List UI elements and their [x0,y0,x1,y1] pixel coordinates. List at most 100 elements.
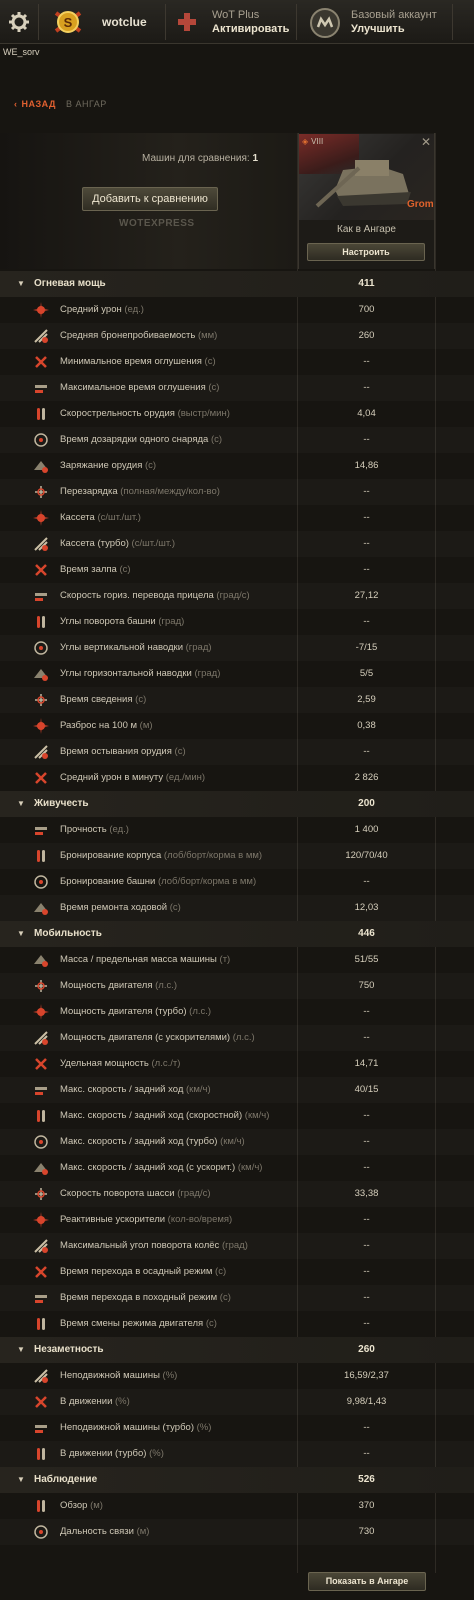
stat-value: -- [363,1422,370,1433]
rank-badge-icon[interactable]: S [52,7,84,37]
wot-logo-icon[interactable] [309,7,341,39]
stat-row: Время перехода в осадный режим (с) -- [0,1259,474,1285]
stat-row: Время остывания орудия (с) -- [0,739,474,765]
stat-value: -- [363,486,370,497]
collapse-triangle-icon[interactable]: ▼ [17,1345,25,1354]
account-upgrade-link[interactable]: Улучшить [351,23,405,35]
stat-row: Кассета (с/шт./шт.) -- [0,505,474,531]
stat-unit: (л.с./т) [148,1058,181,1069]
section-name: Наблюдение [34,1474,98,1485]
stat-value: 370 [358,1500,375,1511]
stat-value: -- [363,356,370,367]
stat-row: Неподвижной машины (турбо) (%) -- [0,1415,474,1441]
stat-label: Неподвижной машины (турбо) (%) [60,1422,212,1433]
stat-value: -- [363,1448,370,1459]
camo-stationary-icon [34,1369,48,1383]
stat-value: 1 400 [354,824,379,835]
gun-cooldown-icon [34,745,48,759]
chevron-left-icon: ‹ [14,99,18,109]
configure-button[interactable]: Настроить [307,243,425,261]
stat-unit: (кол-во/время) [165,1214,233,1225]
stat-label: Время ремонта ходовой (с) [60,902,181,913]
collapse-triangle-icon[interactable]: ▼ [17,929,25,938]
stat-label: Время смены режима двигателя (с) [60,1318,217,1329]
stat-row: Время сведения (с) 2,59 [0,687,474,713]
compare-count: Машин для сравнения: 1 [142,153,258,164]
speed-boost-icon [34,1163,48,1175]
stat-unit: (лоб/борт/корма в мм) [155,876,257,887]
wot-plus-icon[interactable] [177,12,197,32]
stat-row: Масса / предельная масса машины (т) 51/55 [0,947,474,973]
camo-stationary-turbo-icon [35,1425,47,1433]
stat-value: -- [363,1240,370,1251]
speed-turbo-icon [34,1135,48,1149]
stat-row: Скорость поворота шасси (град/с) 33,38 [0,1181,474,1207]
stat-unit: (град) [191,668,221,679]
close-icon[interactable]: ✕ [419,135,433,149]
vehicle-name: Grom [407,199,434,210]
dispersion-icon [33,718,49,734]
stat-unit: (с) [142,460,157,471]
stat-unit: (м) [87,1500,103,1511]
back-button[interactable]: ‹ НАЗАД [14,99,56,109]
vehicle-tier: ◈ VIII [302,137,324,146]
hull-traverse-icon [35,1188,47,1200]
stat-row: Неподвижной машины (%) 16,59/2,37 [0,1363,474,1389]
section-value: 200 [358,798,375,809]
stat-row: Разброс на 100 м (м) 0,38 [0,713,474,739]
collapse-triangle-icon[interactable]: ▼ [17,279,25,288]
stat-value: -- [363,746,370,757]
stat-label: В движении (%) [60,1396,130,1407]
stat-unit: (с) [217,1292,231,1303]
wheel-angle-icon [34,1239,48,1253]
section-header[interactable]: ▼ Незаметность 260 [0,1337,474,1363]
stat-label: Средняя бронепробиваемость (мм) [60,330,218,341]
engine-mode-icon [37,1318,45,1330]
wot-plus-activate-link[interactable]: Активировать [212,23,289,35]
damage-icon [33,302,49,318]
section-header[interactable]: ▼ Наблюдение 526 [0,1467,474,1493]
stat-value: 120/70/40 [345,850,388,861]
gear-icon[interactable] [8,11,30,33]
stat-unit: (град) [183,642,212,653]
stat-row: Бронирование корпуса (лоб/борт/корма в м… [0,843,474,869]
stat-value: 750 [358,980,375,991]
stat-label: Время остывания орудия (с) [60,746,186,757]
stat-value: -- [363,1136,370,1147]
show-in-hangar-button[interactable]: Показать в Ангаре [308,1572,426,1591]
shell-reload-icon [34,433,48,447]
stat-label: Бронирование корпуса (лоб/борт/корма в м… [60,850,263,861]
stat-unit: (ед.) [121,304,144,315]
add-to-compare-button[interactable]: Добавить к сравнению [82,187,218,211]
stat-label: Обзор (м) [60,1500,103,1511]
section-name: Мобильность [34,928,102,939]
stat-label: Углы вертикальной наводки (град) [60,642,212,653]
section-value: 526 [358,1474,375,1485]
stat-unit: (%) [159,1370,178,1381]
stat-row: Макс. скорость / задний ход (с ускорит.)… [0,1155,474,1181]
stat-label: Время сведения (с) [60,694,147,705]
stat-unit: (%) [146,1448,164,1459]
stat-label: Время дозарядки одного снаряда (с) [60,434,223,445]
engine-turbo-icon [33,1004,49,1020]
collapse-triangle-icon[interactable]: ▼ [17,799,25,808]
stat-unit: (с/шт./шт.) [94,512,141,523]
stat-value: 2,59 [357,694,376,705]
section-header[interactable]: ▼ Мобильность 446 [0,921,474,947]
collapse-triangle-icon[interactable]: ▼ [17,1475,25,1484]
stat-value: 4,04 [357,408,376,419]
section-value: 260 [358,1344,375,1355]
stat-value: -- [363,1162,370,1173]
repair-icon [34,903,48,915]
stat-unit: (м) [133,1526,150,1537]
username[interactable]: wotclue [102,15,147,29]
stat-label: Макс. скорость / задний ход (скоростной)… [60,1110,270,1121]
hull-armor-icon [37,850,45,862]
stat-row: Перезарядка (полная/между/кол-во) -- [0,479,474,505]
section-header[interactable]: ▼ Живучесть 200 [0,791,474,817]
stat-value: 14,86 [354,460,379,471]
stat-value: 5/5 [359,668,374,679]
stat-row: Мощность двигателя (л.с.) 750 [0,973,474,999]
top-bar: S wotclue WoT Plus Активировать Базовый … [0,0,474,44]
section-header[interactable]: ▼ Огневая мощь 411 [0,271,474,297]
